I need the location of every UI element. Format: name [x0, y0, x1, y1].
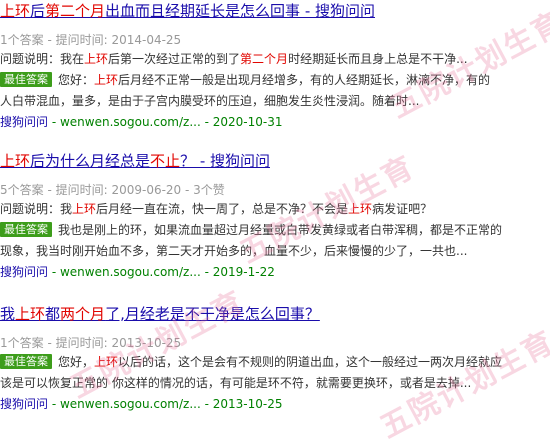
- highlighted-term: 上环: [0, 152, 31, 170]
- source-url: - wenwen.sogou.com/z...: [48, 397, 201, 411]
- text-segment: 后月经一直在流，快一周了，总是不净？不会是: [96, 202, 349, 216]
- text-segment: 问题说明：我在: [0, 52, 85, 66]
- best-answer-badge: 最佳答案: [0, 222, 52, 237]
- highlighted-term: 上环: [0, 2, 31, 20]
- result-title-link[interactable]: 我上环都两个月了,月经老是不干净是怎么回事？: [0, 303, 550, 325]
- source-date: - 2013-10-25: [200, 397, 283, 411]
- text-segment: 出血而且经期延长是怎么回事 - 搜狗问问: [105, 2, 375, 20]
- text-segment: 后为什么月经总是: [30, 152, 151, 170]
- text-segment: 时经期延长而且身上总是不干净...: [288, 52, 468, 66]
- answer-line-1: 最佳答案 您好：上环后月经不正常一般是出现月经增多，有的人经期延长，淋漓不净，有的: [0, 70, 550, 91]
- answer-text: 您好，上环以后的话，这个是会有不规则的阴道出血，这个一般经过一两次月经就应: [58, 355, 502, 369]
- source-date: - 2019-1-22: [200, 265, 275, 279]
- highlighted-term: 第二个月: [45, 2, 106, 20]
- result-meta: 1个答案 - 提问时间: 2013-10-25: [0, 336, 182, 350]
- source-site-link[interactable]: 搜狗问问: [0, 115, 48, 129]
- text-segment: 我: [0, 305, 16, 323]
- question-text: 问题说明：我在上环后第一次经过正常的到了第二个月时经期延长而且身上总是不干净..…: [0, 49, 550, 70]
- answer-line-2: 现象，我当时刚开始血不多，第二天才开始多的，血量不少，后来慢慢的少了，一共也..…: [0, 244, 468, 258]
- best-answer-badge: 最佳答案: [0, 72, 52, 87]
- search-result-2: 上环后为什么月经总是不止？ - 搜狗问问 5个答案 - 提问时间: 2009-0…: [0, 150, 550, 282]
- highlighted-term: 不止: [150, 152, 181, 170]
- source-date: - 2020-10-31: [200, 115, 283, 129]
- highlighted-term: 第二个月: [240, 52, 289, 66]
- highlighted-term: 上环: [94, 355, 119, 369]
- result-source: 搜狗问问 - wenwen.sogou.com/z... - 2019-1-22: [0, 262, 550, 282]
- answer-line-1: 最佳答案 您好，上环以后的话，这个是会有不规则的阴道出血，这个一般经过一两次月经就…: [0, 352, 550, 373]
- result-title-link[interactable]: 上环后为什么月经总是不止？ - 搜狗问问: [0, 150, 550, 172]
- source-site-link[interactable]: 搜狗问问: [0, 265, 48, 279]
- result-title-link[interactable]: 上环后第二个月出血而且经期延长是怎么回事 - 搜狗问问: [0, 0, 550, 22]
- highlighted-term: 上环: [94, 73, 119, 87]
- text-segment: 我也是刚上的环，如果流血量超过月经量或白带发黄绿或者白带浑稠，都是不正常的: [58, 223, 503, 237]
- search-result-3: 我上环都两个月了,月经老是不干净是怎么回事？ 1个答案 - 提问时间: 2013…: [0, 303, 550, 414]
- text-segment: 都: [45, 305, 61, 323]
- result-source: 搜狗问问 - wenwen.sogou.com/z... - 2013-10-2…: [0, 394, 550, 414]
- best-answer-badge: 最佳答案: [0, 354, 52, 369]
- result-source: 搜狗问问 - wenwen.sogou.com/z... - 2020-10-3…: [0, 112, 550, 132]
- result-meta: 1个答案 - 提问时间: 2014-04-25: [0, 33, 182, 47]
- highlighted-term: 两个月: [60, 305, 106, 323]
- text-segment: 您好：: [58, 73, 95, 87]
- highlighted-term: 上环: [72, 202, 97, 216]
- source-url: - wenwen.sogou.com/z...: [48, 265, 201, 279]
- source-url: - wenwen.sogou.com/z...: [48, 115, 201, 129]
- text-segment: 后第一次经过正常的到了: [108, 52, 241, 66]
- question-text: 问题说明：我上环后月经一直在流，快一周了，总是不净？不会是上环病发证吧？: [0, 199, 550, 220]
- text-segment: 您好，: [58, 355, 95, 369]
- text-segment: 问题说明：我: [0, 202, 73, 216]
- text-segment: 病发证吧？: [372, 202, 433, 216]
- highlighted-term: 上环: [348, 202, 373, 216]
- highlighted-term: 上环: [15, 305, 46, 323]
- answer-line-1: 最佳答案 我也是刚上的环，如果流血量超过月经量或白带发黄绿或者白带浑稠，都是不正常…: [0, 220, 550, 241]
- answer-text: 我也是刚上的环，如果流血量超过月经量或白带发黄绿或者白带浑稠，都是不正常的: [58, 223, 502, 237]
- highlighted-term: 上环: [84, 52, 109, 66]
- answer-line-2: 该是可以恢复正常的 你这样的情况的话，有可能是环不符，就需要更换环，或者是去掉.…: [0, 376, 472, 390]
- text-segment: ？ - 搜狗问问: [180, 152, 270, 170]
- answer-text: 您好：上环后月经不正常一般是出现月经增多，有的人经期延长，淋漓不净，有的: [58, 73, 490, 87]
- search-result-1: 上环后第二个月出血而且经期延长是怎么回事 - 搜狗问问 1个答案 - 提问时间:…: [0, 0, 550, 132]
- source-site-link[interactable]: 搜狗问问: [0, 397, 48, 411]
- result-meta: 5个答案 - 提问时间: 2009-06-20 - 3个赞: [0, 183, 225, 197]
- text-segment: 了,月经老是不干净是怎么回事？: [105, 305, 320, 323]
- answer-line-2: 人白带混血，量多，是由于子宫内膜受环的压迫，细胞发生炎性浸润。随着时...: [0, 94, 420, 108]
- text-segment: 后: [30, 2, 46, 20]
- text-segment: 后月经不正常一般是出现月经增多，有的人经期延长，淋漓不净，有的: [118, 73, 491, 87]
- text-segment: 以后的话，这个是会有不规则的阴道出血，这个一般经过一两次月经就应: [118, 355, 503, 369]
